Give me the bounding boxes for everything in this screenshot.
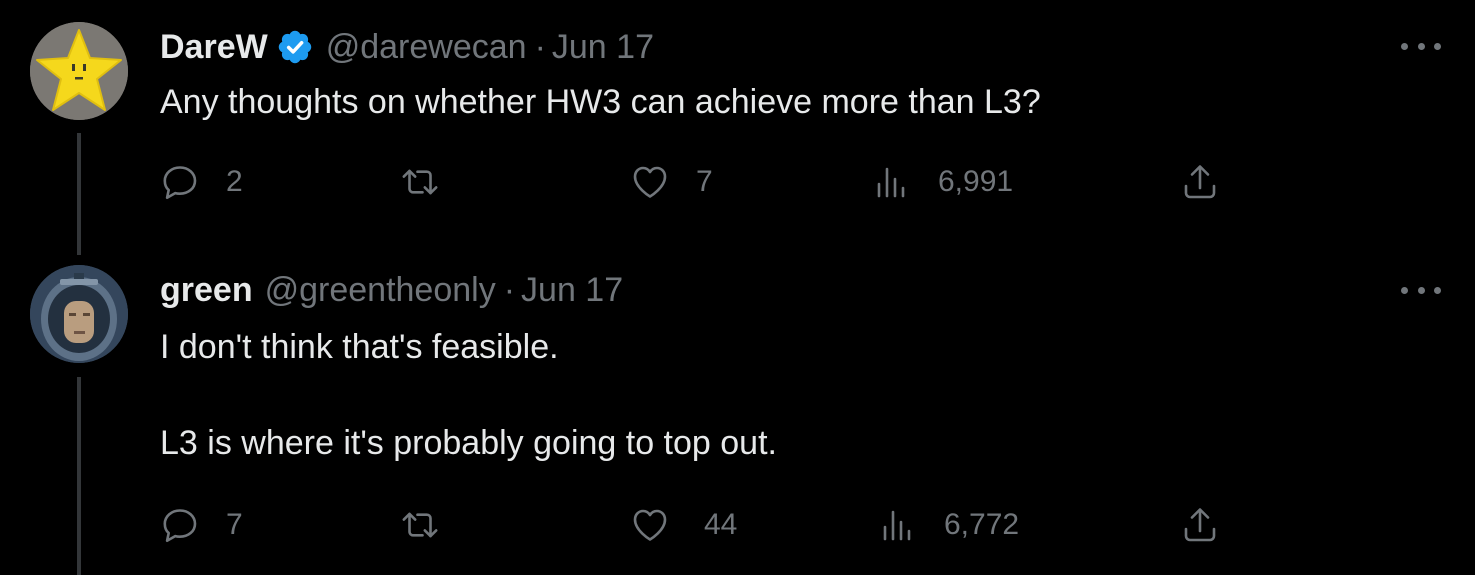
separator: · (503, 271, 516, 309)
views-chart-icon (877, 167, 905, 198)
views-chart-icon (883, 510, 911, 541)
like-count: 44 (704, 508, 738, 541)
thread-line (77, 377, 81, 575)
display-name[interactable]: DareW (160, 27, 268, 67)
share-button[interactable] (1180, 503, 1220, 547)
timestamp[interactable]: Jun 17 (521, 270, 623, 310)
reply-button[interactable]: 2 (160, 160, 243, 204)
timestamp[interactable]: Jun 17 (552, 27, 654, 67)
tweet[interactable]: DareW @darewecan · Jun 17 Any thoughts o… (0, 0, 1475, 255)
tweet-header: DareW @darewecan · Jun 17 (160, 27, 654, 67)
separator: · (534, 28, 546, 66)
reply-count: 2 (226, 165, 243, 198)
like-button[interactable]: 44 (630, 503, 737, 547)
avatar[interactable] (30, 265, 128, 363)
tweet-header: green @greentheonly · Jun 17 (160, 270, 623, 310)
more-options-icon[interactable] (1401, 36, 1441, 56)
tweet[interactable]: green @greentheonly · Jun 17 I don't thi… (0, 255, 1475, 575)
verified-badge-icon (276, 28, 314, 66)
share-icon (1184, 508, 1216, 542)
views-button[interactable]: 6,991 (872, 160, 1013, 204)
handle[interactable]: @greentheonly (265, 270, 496, 310)
action-bar: 7 44 6,772 (160, 503, 1220, 547)
heart-icon (633, 509, 667, 541)
retweet-button[interactable] (400, 160, 440, 204)
avatar[interactable] (30, 22, 128, 120)
share-icon (1184, 165, 1216, 199)
share-button[interactable] (1180, 160, 1220, 204)
astronaut-avatar-icon (30, 265, 128, 363)
like-count: 7 (696, 165, 713, 198)
reply-count: 7 (226, 508, 243, 541)
handle[interactable]: @darewecan (326, 27, 527, 67)
retweet-icon (402, 169, 438, 195)
view-count: 6,772 (944, 508, 1020, 541)
reply-button[interactable]: 7 (160, 503, 243, 547)
retweet-button[interactable] (400, 503, 440, 547)
more-options-icon[interactable] (1401, 280, 1441, 300)
display-name[interactable]: green (160, 270, 253, 310)
star-face-avatar-icon (30, 22, 128, 120)
reply-icon (163, 166, 197, 199)
heart-icon (633, 166, 667, 198)
action-bar: 2 7 6,991 (160, 160, 1220, 204)
retweet-icon (402, 512, 438, 538)
like-button[interactable]: 7 (630, 160, 713, 204)
view-count: 6,991 (938, 165, 1014, 198)
views-button[interactable]: 6,772 (878, 503, 1019, 547)
thread-line (77, 133, 81, 255)
reply-icon (163, 509, 197, 542)
tweet-text: I don't think that's feasible. L3 is whe… (160, 328, 777, 462)
tweet-text: Any thoughts on whether HW3 can achieve … (160, 83, 1041, 121)
